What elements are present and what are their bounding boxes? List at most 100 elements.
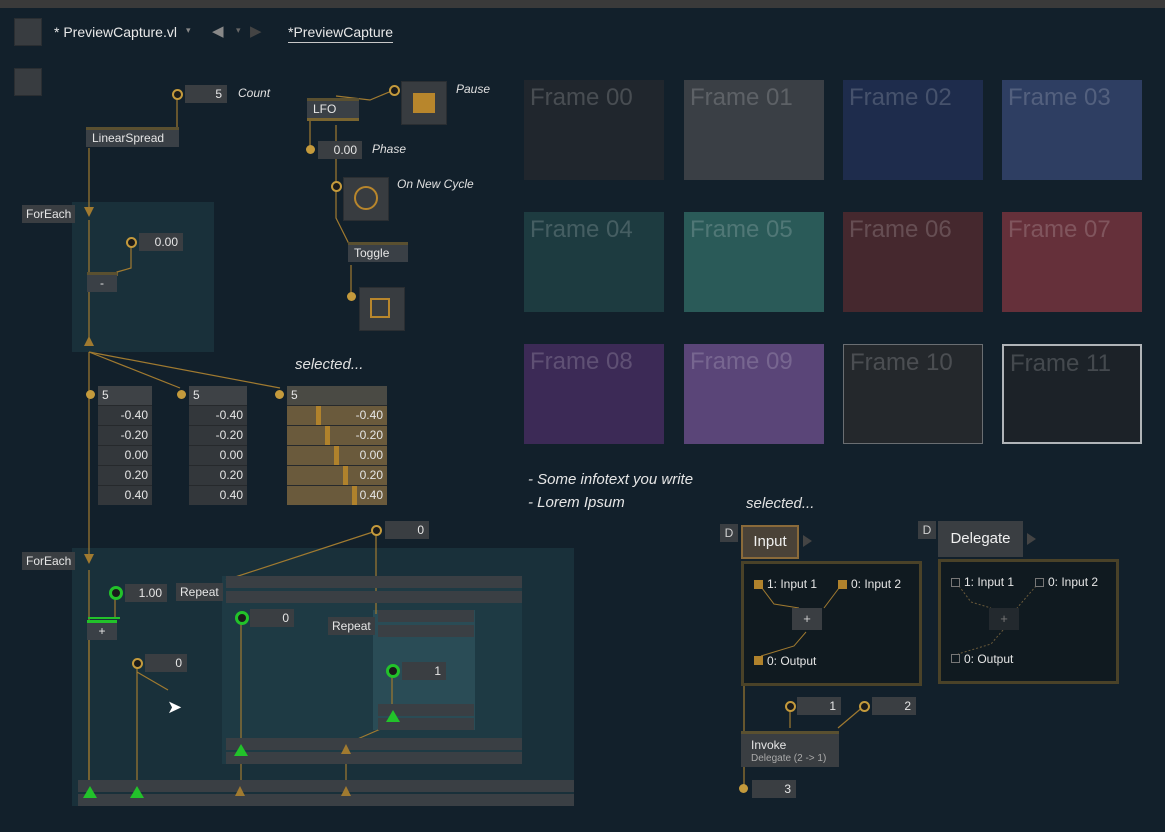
plus-input-pin[interactable]	[109, 586, 123, 600]
foreach1-input-iobox[interactable]: 0.00	[139, 233, 183, 251]
splicer-output-icon	[84, 336, 94, 346]
repeat1-input-bar[interactable]	[226, 576, 522, 588]
repeat1-input-bar-2[interactable]	[226, 591, 522, 603]
pause-pin[interactable]	[389, 85, 400, 96]
repeat2-input-iobox[interactable]: 1	[402, 662, 446, 680]
on-new-cycle-bang[interactable]	[343, 177, 389, 221]
circle-icon	[354, 186, 378, 210]
input-plus-node[interactable]: +	[792, 608, 822, 630]
invoke-arg2-pin[interactable]	[859, 701, 870, 712]
delegate-input2-pin[interactable]	[1035, 578, 1044, 587]
spread2-value: 0.40	[189, 485, 247, 505]
delegate-output-pin[interactable]	[951, 654, 960, 663]
foreach-label-2[interactable]: ForEach	[22, 552, 76, 570]
zero-a-pin[interactable]	[132, 658, 143, 669]
spread3-value: 0.20	[287, 465, 387, 485]
input-expand-icon[interactable]	[803, 535, 812, 547]
on-new-cycle-pin[interactable]	[331, 181, 342, 192]
invoke-title: Invoke	[751, 738, 787, 752]
infotext-line-2: - Lorem Ipsum	[528, 494, 625, 511]
count-pin[interactable]	[172, 89, 183, 100]
output-pin[interactable]	[754, 656, 763, 665]
delegate-input2-label: 0: Input 2	[1048, 575, 1099, 589]
repeat1-output-bar[interactable]	[226, 738, 522, 750]
foreach1-input-pin[interactable]	[126, 237, 137, 248]
count-label: Count	[238, 86, 271, 100]
toggle-output-pin[interactable]	[347, 292, 356, 301]
spread2-value: 0.00	[189, 445, 247, 465]
invoke-arg2-iobox[interactable]: 2	[872, 697, 916, 715]
input1-label: 1: Input 1	[767, 577, 818, 591]
spread2-pin[interactable]	[177, 390, 186, 399]
input-d-badge[interactable]: D	[720, 524, 738, 542]
top-zero-iobox[interactable]: 0	[385, 521, 429, 539]
spread3-value: -0.40	[287, 405, 387, 425]
spread3-value: -0.20	[287, 425, 387, 445]
spread2-count: 5	[189, 386, 247, 405]
phase-pin[interactable]	[306, 145, 315, 154]
zero-a-iobox[interactable]: 0	[145, 654, 187, 672]
foreach2-output-bar[interactable]	[78, 780, 574, 792]
spread2-value: -0.20	[189, 425, 247, 445]
repeat1-input-iobox[interactable]: 0	[250, 609, 294, 627]
plus-input-iobox[interactable]: 1.00	[125, 584, 167, 602]
delegate-d-badge[interactable]: D	[918, 521, 936, 539]
invoke-arg1-iobox[interactable]: 1	[797, 697, 841, 715]
minus-node[interactable]: -	[87, 272, 117, 292]
splicer-input-icon-2	[84, 554, 94, 564]
spread1-value: -0.20	[98, 425, 152, 445]
input1-pin[interactable]	[754, 580, 763, 589]
on-new-cycle-label: On New Cycle	[397, 177, 474, 191]
repeat2-input-pin[interactable]	[386, 664, 400, 678]
input2-label: 0: Input 2	[851, 577, 902, 591]
foreach2-output-bar-2[interactable]	[78, 794, 574, 806]
phase-iobox[interactable]: 0.00	[318, 141, 362, 159]
linearspread-node[interactable]: LinearSpread	[86, 127, 179, 147]
invoke-subtitle: Delegate (2 -> 1)	[751, 753, 827, 764]
selected-label-2: selected...	[746, 495, 815, 512]
phase-label: Phase	[372, 142, 407, 156]
infotext-line-1: - Some infotext you write	[528, 471, 694, 488]
foreach-label-1[interactable]: ForEach	[22, 205, 76, 223]
count-iobox[interactable]: 5	[185, 85, 227, 103]
repeat-label-2[interactable]: Repeat	[328, 617, 375, 635]
input-node-title[interactable]: Input	[741, 525, 799, 559]
repeat2-input-bar[interactable]	[378, 610, 474, 622]
spread1-pin[interactable]	[86, 390, 95, 399]
pause-toggle[interactable]	[401, 81, 447, 125]
top-zero-pin[interactable]	[371, 525, 382, 536]
spread1-value: -0.40	[98, 405, 152, 425]
spread3-pin[interactable]	[275, 390, 284, 399]
invoke-arg1-pin[interactable]	[785, 701, 796, 712]
repeat2-accumulator-icon	[386, 710, 400, 722]
toggle-output[interactable]	[359, 287, 405, 331]
mouse-cursor-icon: ➤	[167, 697, 183, 717]
repeat1-splicer-output-icon	[341, 744, 351, 754]
spread-iobox-1[interactable]: 5 -0.40 -0.20 0.00 0.20 0.40	[98, 386, 152, 505]
repeat1-output-bar-2[interactable]	[226, 752, 522, 764]
delegate-expand-icon[interactable]	[1027, 533, 1036, 545]
repeat1-input-pin[interactable]	[235, 611, 249, 625]
input-patch-box[interactable]: 1: Input 1 0: Input 2 + 0: Output	[741, 561, 922, 686]
splicer-input-icon	[84, 207, 94, 217]
delegate-plus-node[interactable]: +	[989, 608, 1019, 630]
spread1-count: 5	[98, 386, 152, 405]
spread1-value: 0.20	[98, 465, 152, 485]
spread-iobox-2[interactable]: 5 -0.40 -0.20 0.00 0.20 0.40	[189, 386, 247, 505]
toggle-node[interactable]: Toggle	[348, 242, 408, 262]
lfo-node[interactable]: LFO	[307, 98, 359, 121]
invoke-result-iobox[interactable]: 3	[752, 780, 796, 798]
delegate-patch-box[interactable]: 1: Input 1 0: Input 2 + 0: Output	[938, 559, 1119, 684]
output-label: 0: Output	[767, 654, 817, 668]
invoke-node[interactable]: Invoke Delegate (2 -> 1)	[741, 731, 839, 767]
plus-node[interactable]: +	[87, 620, 117, 640]
repeat-label-1[interactable]: Repeat	[176, 583, 223, 601]
spread-iobox-3-sliders[interactable]: 5 -0.40 -0.20 0.00 0.20 0.40	[287, 386, 387, 505]
repeat2-input-bar-2[interactable]	[378, 625, 474, 637]
delegate-input1-pin[interactable]	[951, 578, 960, 587]
splicer-output-icon-3	[235, 786, 245, 796]
delegate-node-title[interactable]: Delegate	[938, 521, 1023, 557]
invoke-result-pin[interactable]	[739, 784, 748, 793]
splicer-output-icon-4	[341, 786, 351, 796]
input2-pin[interactable]	[838, 580, 847, 589]
